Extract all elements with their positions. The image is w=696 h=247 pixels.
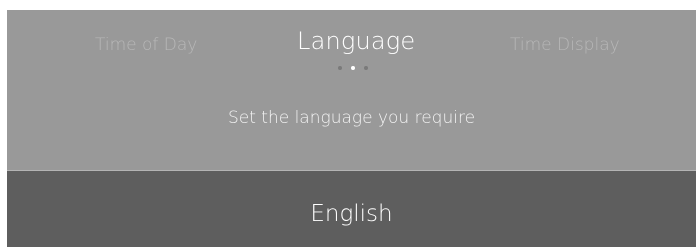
page-dot-1 [338,66,342,70]
header-panel: Time of Day Language Time Display Set th… [7,10,696,170]
page-dot-3 [364,66,368,70]
page-dot-2-active [351,66,355,70]
page-indicator [338,65,378,73]
tab-language[interactable]: Language [297,26,415,56]
language-list: English [7,171,696,247]
tab-time-of-day[interactable]: Time of Day [95,30,197,60]
list-item-label: English [310,201,393,227]
list-item-english[interactable]: English [7,171,696,247]
language-setup-screen: Time of Day Language Time Display Set th… [7,10,696,247]
tab-time-display[interactable]: Time Display [510,30,620,60]
instruction-text: Set the language you require [227,108,476,128]
